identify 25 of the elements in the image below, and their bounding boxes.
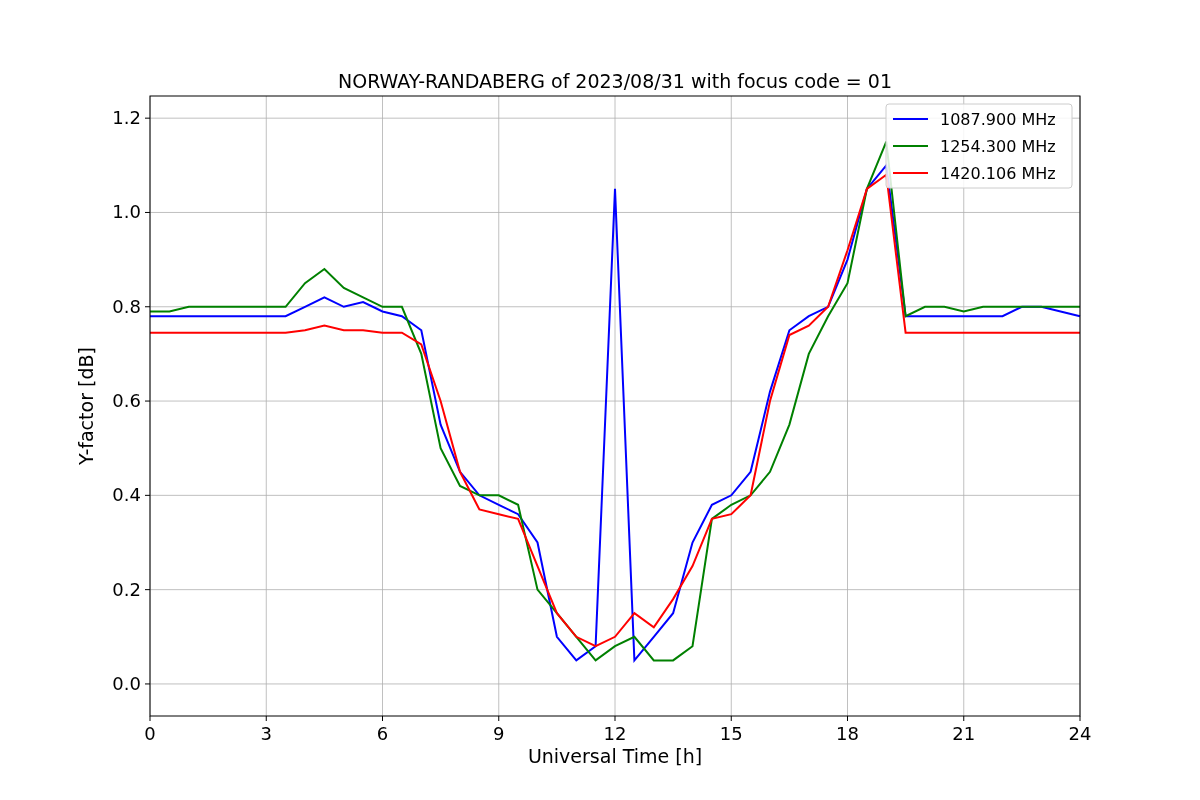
legend-label: 1254.300 MHz: [940, 137, 1056, 156]
tick-label: 6: [376, 723, 389, 744]
tick-label: 0.8: [112, 295, 141, 317]
chart-title: NORWAY-RANDABERG of 2023/08/31 with focus code = 01: [338, 70, 892, 92]
tick-label: 0.2: [112, 578, 141, 600]
legend-line-icon: [892, 118, 929, 120]
tick-label: 21: [952, 723, 976, 744]
tick-label: 9: [493, 723, 505, 744]
legend-line-icon: [892, 172, 929, 174]
legend-label: 1087.900 MHz: [940, 110, 1056, 129]
tick-label: 1.0: [112, 201, 141, 223]
tick-label: 0.0: [112, 672, 141, 694]
tick-label: 18: [836, 723, 859, 744]
legend-label: 1420.106 MHz: [940, 164, 1056, 183]
tick-label: 0.6: [112, 390, 141, 412]
tick-label: 15: [719, 723, 743, 744]
legend-line-icon: [892, 145, 929, 147]
tick-label: 3: [260, 723, 272, 744]
y-axis-label: Y-factor [dB]: [75, 347, 97, 465]
tick-label: 1.2: [112, 107, 141, 129]
tick-label: 0.4: [112, 484, 141, 506]
tick-label: 24: [1068, 723, 1092, 744]
tick-label: 0: [144, 723, 156, 744]
x-axis-label: Universal Time [h]: [527, 745, 703, 767]
tick-label: 12: [603, 723, 627, 744]
